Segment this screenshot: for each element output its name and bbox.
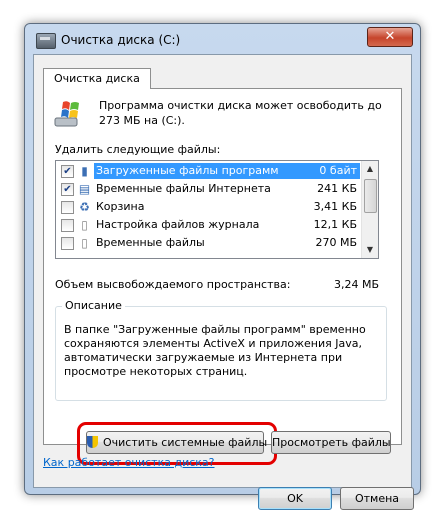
files-section-label: Удалить следующие файлы: (55, 143, 221, 156)
tab-disk-cleanup[interactable]: Очистка диска (43, 68, 151, 89)
file-checkbox[interactable] (61, 201, 74, 214)
recycle-bin-icon: ♻ (79, 200, 90, 214)
files-listbox[interactable]: ✔ ▮ Загруженные файлы программ 0 байт ✔ … (55, 160, 379, 259)
list-item[interactable]: ▯ Настройка файлов журнала 12,1 КБ (56, 216, 362, 234)
ok-button[interactable]: OK (258, 487, 332, 510)
scroll-down-arrow-icon[interactable]: ▼ (362, 242, 378, 258)
description-label: Описание (62, 299, 125, 312)
list-item-cell: Корзина 3,41 КБ (94, 199, 360, 215)
file-checkbox[interactable]: ✔ (61, 165, 74, 178)
dialog-body: Очистка диска Программа очистки диска мо… (33, 54, 414, 510)
file-name: Корзина (96, 200, 145, 213)
list-item[interactable]: ▯ Временные файлы 270 МБ (56, 234, 362, 252)
ie-lock-icon: ▤ (78, 182, 91, 196)
file-name: Временные файлы Интернета (96, 182, 271, 195)
document-icon: ▯ (81, 236, 88, 250)
file-checkbox[interactable] (61, 219, 74, 232)
scroll-up-arrow-icon[interactable]: ▲ (362, 161, 378, 177)
list-item-cell: Временные файлы 270 МБ (94, 235, 360, 251)
uac-shield-icon (87, 436, 98, 448)
tab-page: Программа очистки диска может освободить… (43, 88, 402, 465)
file-size: 3,41 КБ (313, 200, 357, 213)
how-it-works-link[interactable]: Как работает очистка диска? (43, 456, 215, 469)
title-bar[interactable]: Очистка диска (C:) ✕ (25, 24, 420, 54)
description-text: В папке "Загруженные файлы программ" вре… (64, 323, 366, 378)
list-item[interactable]: ✔ ▮ Загруженные файлы программ 0 байт (56, 162, 362, 180)
clean-system-files-label: Очистить системные файлы (103, 436, 268, 449)
file-checkbox[interactable]: ✔ (61, 183, 74, 196)
list-scrollbar[interactable]: ▲ ▼ (361, 161, 378, 258)
file-size: 0 байт (319, 164, 357, 177)
list-item-cell: Временные файлы Интернета 241 КБ (94, 181, 360, 197)
scroll-thumb[interactable] (364, 179, 377, 213)
view-files-button[interactable]: Просмотреть файлы (271, 431, 391, 454)
intro-text: Программа очистки диска может освободить… (99, 99, 382, 127)
cancel-button[interactable]: Отмена (340, 487, 414, 510)
file-name: Настройка файлов журнала (96, 218, 260, 231)
file-size: 241 КБ (317, 182, 357, 195)
file-size: 12,1 КБ (313, 218, 357, 231)
window-title: Очистка диска (C:) (61, 33, 181, 47)
list-item-cell: Настройка файлов журнала 12,1 КБ (94, 217, 360, 233)
disk-cleanup-dialog: Очистка диска (C:) ✕ Очистка диска Прогр… (24, 23, 421, 510)
disk-drive-icon (36, 33, 56, 49)
file-checkbox[interactable] (61, 237, 74, 250)
close-button[interactable]: ✕ (367, 27, 413, 47)
file-name: Временные файлы (96, 236, 205, 249)
space-label: Объем высвобождаемого пространства: (55, 278, 291, 291)
document-icon: ▯ (81, 218, 88, 232)
file-name: Загруженные файлы программ (96, 164, 279, 177)
clean-system-files-button[interactable]: Очистить системные файлы (86, 431, 268, 454)
file-size: 270 МБ (315, 236, 357, 249)
list-item[interactable]: ✔ ▤ Временные файлы Интернета 241 КБ (56, 180, 362, 198)
folder-icon: ▮ (81, 164, 88, 178)
windows-logo-icon (54, 101, 79, 127)
list-item-cell: Загруженные файлы программ 0 байт (94, 163, 360, 179)
space-value: 3,24 МБ (333, 278, 379, 291)
list-item[interactable]: ♻ Корзина 3,41 КБ (56, 198, 362, 216)
